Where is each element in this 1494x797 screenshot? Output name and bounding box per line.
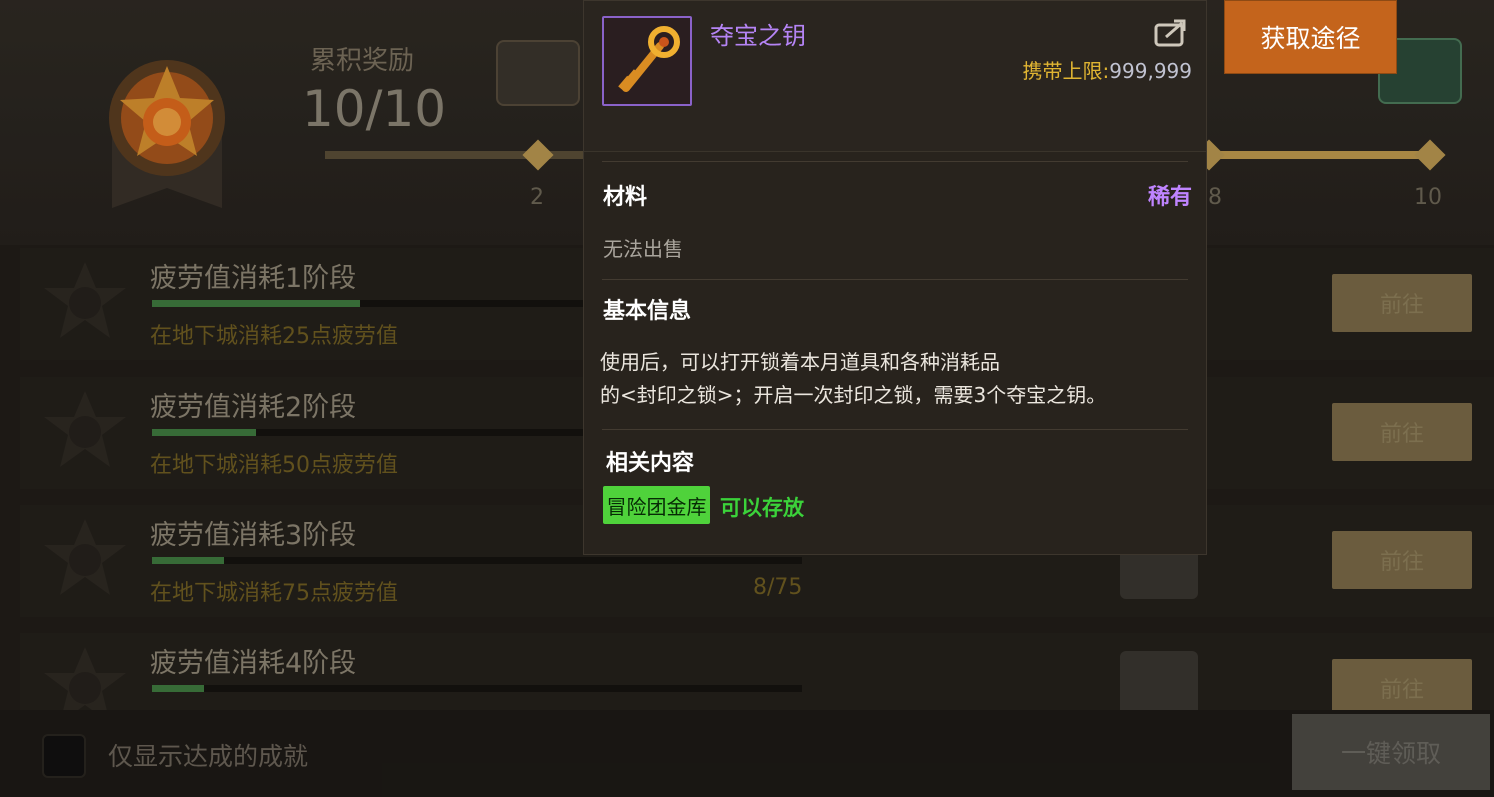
item-header: 夺宝之钥 携带上限:999,999 <box>584 1 1206 152</box>
divider <box>602 279 1188 280</box>
item-name: 夺宝之钥 <box>710 22 806 50</box>
basic-info-title: 基本信息 <box>603 299 692 324</box>
carry-limit-value: 999,999 <box>1109 59 1192 83</box>
key-icon <box>604 18 690 104</box>
item-rarity: 稀有 <box>1147 185 1192 210</box>
carry-limit-label: 携带上限: <box>1022 59 1110 83</box>
sell-status: 无法出售 <box>603 237 683 261</box>
acquire-button[interactable]: 获取途径 <box>1224 0 1397 74</box>
related-note: 可以存放 <box>720 496 804 520</box>
share-icon[interactable] <box>1154 17 1188 47</box>
related-tag[interactable]: 冒险团金库 <box>603 486 710 524</box>
divider <box>602 161 1188 162</box>
divider <box>602 429 1188 430</box>
description-line-1: 使用后，可以打开锁着本月道具和各种消耗品 <box>600 350 1000 374</box>
item-tooltip: 夺宝之钥 携带上限:999,999 材料 稀有 无法出售 基本信息 使用后，可以… <box>583 0 1207 555</box>
item-category: 材料 <box>603 185 648 210</box>
item-description: 使用后，可以打开锁着本月道具和各种消耗品 的<封印之锁>；开启一次封印之锁，需要… <box>600 346 1106 412</box>
related-content-title: 相关内容 <box>606 451 695 476</box>
item-icon-frame <box>602 16 692 106</box>
description-line-2: 的<封印之锁>；开启一次封印之锁，需要3个夺宝之钥。 <box>600 383 1107 407</box>
carry-limit: 携带上限:999,999 <box>1023 55 1192 84</box>
